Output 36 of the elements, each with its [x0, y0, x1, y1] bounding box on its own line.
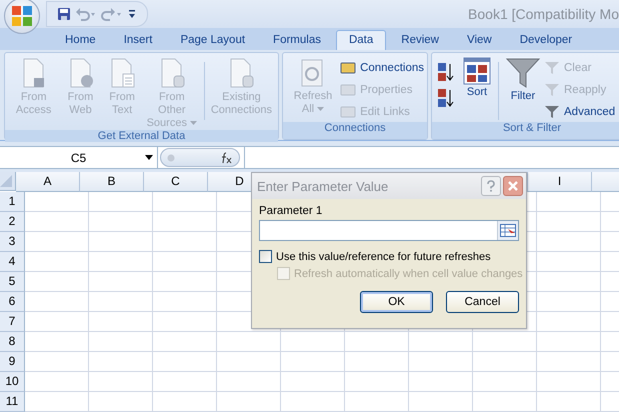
row-header[interactable]: 11 [0, 392, 25, 412]
ribbon-tab[interactable]: View [454, 30, 505, 50]
ok-button[interactable]: OK [360, 291, 433, 313]
row-header[interactable]: 1 [0, 192, 25, 212]
ribbon-group: From Access From Web From Text From Other Sources Existing Connections Get External Data [4, 52, 279, 140]
ribbon-tab[interactable]: Data [336, 30, 386, 50]
ribbon-tab[interactable]: Insert [110, 30, 166, 50]
filter-button[interactable]: Filter [502, 56, 544, 103]
field-label: Parameter 1 [259, 205, 322, 217]
checkbox-label: Use this value/reference for future refreshes [276, 250, 491, 262]
ribbon-group: Sort Filter Clear Reapply Advanced Sort & Filter [431, 52, 619, 140]
row-header[interactable]: 9 [0, 352, 25, 372]
row-header[interactable]: 3 [0, 232, 25, 252]
cancel-button[interactable]: Cancel [446, 291, 519, 313]
ribbon-small-button[interactable]: Connections [340, 58, 424, 77]
ribbon-tab[interactable]: Developer [506, 30, 586, 50]
row-header[interactable]: 2 [0, 212, 25, 232]
ribbon-tab[interactable]: Page Layout [167, 30, 258, 50]
ribbon-group: Refresh All Connections Properties Edit Links Connections [282, 52, 428, 140]
ribbon-tab[interactable]: Home [52, 30, 109, 50]
column-header[interactable]: I [528, 172, 592, 192]
row-header[interactable]: 8 [0, 332, 25, 352]
column-header[interactable]: B [80, 172, 144, 192]
row-header[interactable]: 5 [0, 272, 25, 292]
row-header[interactable]: 7 [0, 312, 25, 332]
row-header[interactable]: 10 [0, 372, 25, 392]
column-header[interactable]: C [144, 172, 208, 192]
ribbon-tab[interactable]: Review [388, 30, 452, 50]
ribbon-tab[interactable]: Formulas [260, 30, 334, 50]
row-header[interactable]: 4 [0, 252, 25, 272]
window-title: Book1 [Compatibility Mo [468, 6, 619, 22]
row-header[interactable]: 6 [0, 292, 25, 312]
checkbox-label: Refresh automatically when cell value changes [294, 268, 523, 280]
column-header[interactable]: A [16, 172, 80, 192]
ribbon-small-button[interactable]: Advanced [544, 102, 616, 121]
sort-button[interactable]: Sort [459, 56, 495, 99]
